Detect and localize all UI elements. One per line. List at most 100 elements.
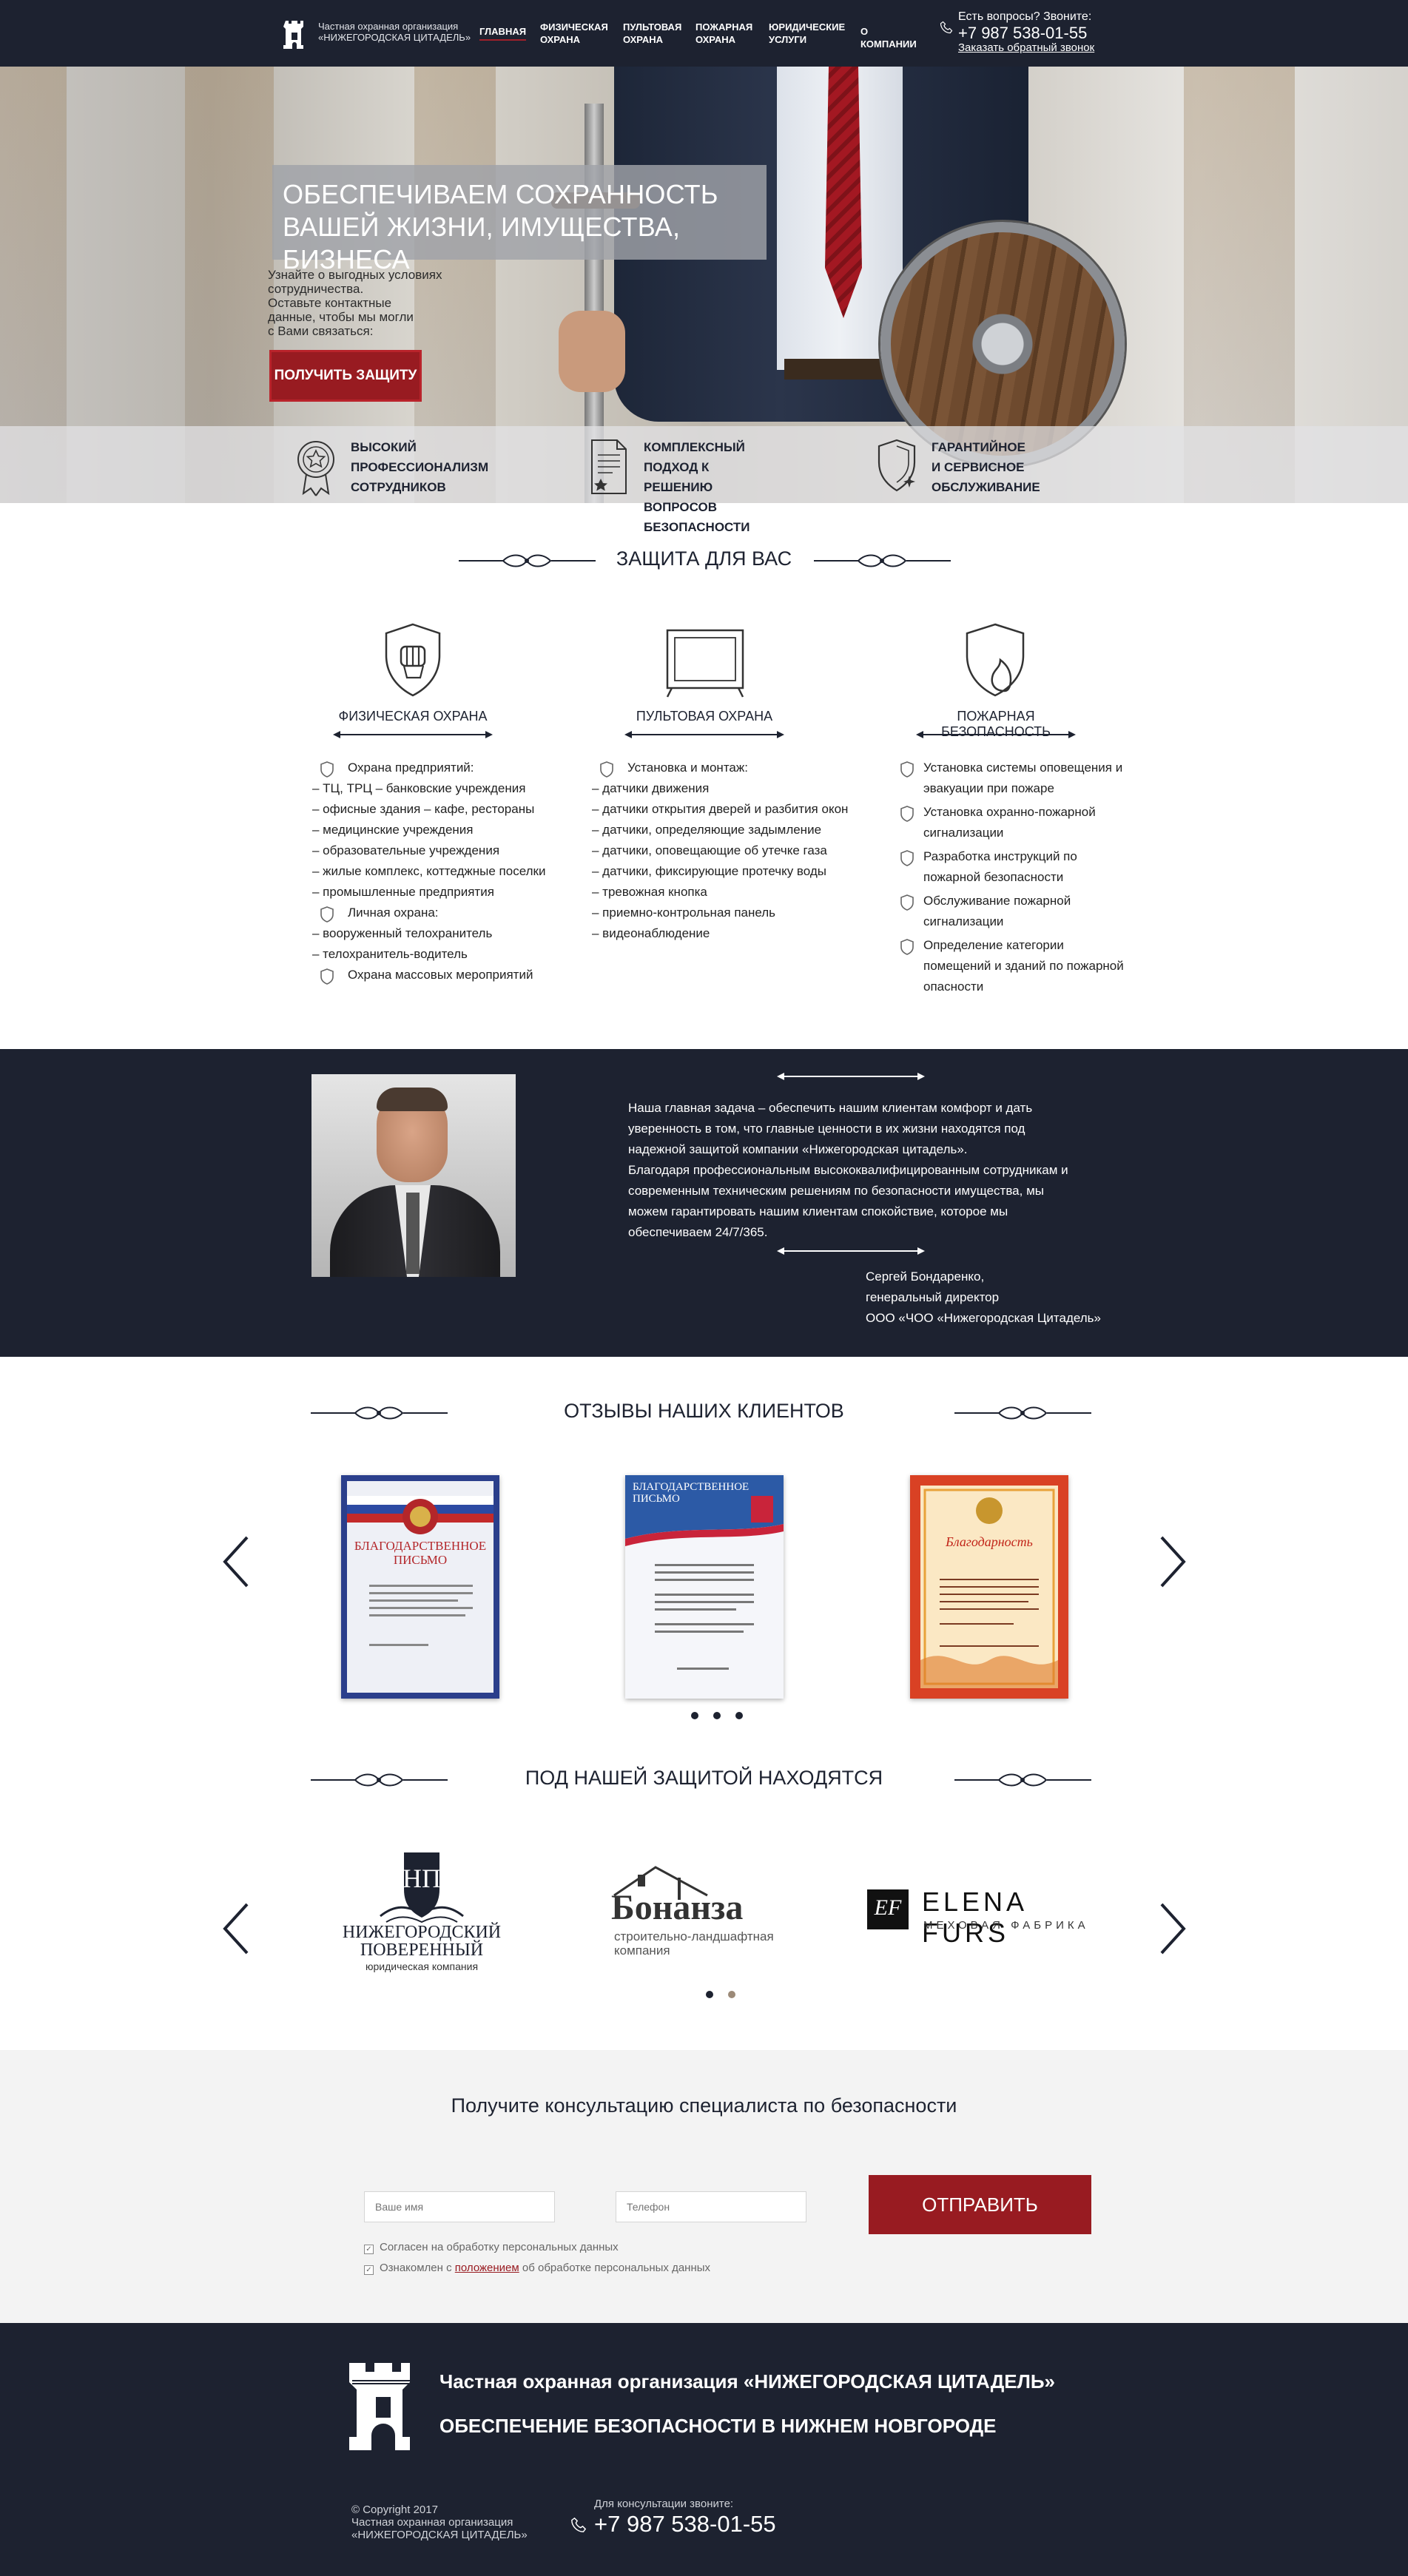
hero-title-line-2: ВАШЕЙ ЖИЗНИ, ИМУЩЕСТВА, БИЗНЕСА (283, 212, 681, 274)
list-text: – медицинские учреждения (312, 823, 474, 837)
clients-dot-2[interactable] (728, 1991, 735, 1998)
consent-personal-data[interactable]: ✓ Согласен на обработку персональных данн… (364, 2241, 619, 2254)
shield-bullet-icon (900, 806, 914, 822)
list-item: – видеонаблюдение (592, 923, 873, 944)
list-text: – ТЦ, ТРЦ – банковские учреждения (312, 781, 526, 795)
consent-policy[interactable]: ✓ Ознакомлен с положением об обработке пе… (364, 2262, 710, 2275)
letter-paper (910, 1475, 1068, 1699)
np-name-line-1: НИЖЕГОРОДСКИЙ (342, 1923, 502, 1942)
nav-physical-guard[interactable]: ФИЗИЧЕСКАЯ ОХРАНА (540, 21, 608, 46)
director-quote: Наша главная задача – обеспечить нашим к… (628, 1098, 1087, 1243)
np-name-line-2: ПОВЕРЕННЫЙ (360, 1941, 484, 1960)
form-title: Получите консультацию специалиста по без… (451, 2094, 957, 2117)
reviews-dot-1[interactable] (691, 1712, 698, 1719)
signature-line: ООО «ЧОО «Нижегородская Цитадель» (866, 1311, 1101, 1325)
monitor-icon[interactable] (664, 627, 746, 698)
clients-next-arrow[interactable] (1157, 1903, 1187, 1955)
header-phone[interactable]: +7 987 538-01-55 (958, 24, 1087, 43)
list-item: – жилые комплекс, коттеджные поселки (312, 861, 579, 882)
service-name-physical[interactable]: ФИЗИЧЕСКАЯ ОХРАНА (318, 709, 508, 724)
consent-label-pre: Ознакомлен с (380, 2262, 455, 2274)
shield-bullet-icon (900, 761, 914, 778)
shield-bullet-icon (320, 906, 334, 923)
hero-title: ОБЕСПЕЧИВАЕМ СОХРАННОСТЬ ВАШЕЙ ЖИЗНИ, ИМ… (272, 165, 767, 274)
footer-org-name: Частная охранная организация «НИЖЕГОРОДС… (439, 2370, 1055, 2393)
list-item: – вооруженный телохранитель (312, 923, 579, 944)
reviews-pagination (684, 1710, 750, 1723)
list-text: – жилые комплекс, коттеджные поселки (312, 864, 546, 878)
header-question: Есть вопросы? Звоните: (958, 10, 1092, 23)
quote-divider-bottom (777, 1247, 925, 1255)
tower-logo-icon[interactable] (283, 19, 306, 49)
bonanza-wordmark: Бонанза (611, 1888, 744, 1927)
policy-link[interactable]: положением (455, 2262, 519, 2274)
award-star-icon (297, 441, 334, 496)
list-text: – датчики, фиксирующие протечку воды (592, 864, 826, 878)
clients-prev-arrow[interactable] (222, 1903, 252, 1955)
client-logo-nizhegorodsky-poverenny[interactable]: НП НИЖЕГОРОДСКИЙ ПОВЕРЕННЫЙ юридическая … (333, 1850, 511, 1975)
fire-shield-icon[interactable] (962, 621, 1028, 698)
list-text: – приемно-контрольная панель (592, 906, 776, 920)
hero-subtitle: Узнайте о выгодных условиях сотрудничест… (268, 268, 468, 338)
list-text: – датчики, определяющие задымление (592, 823, 822, 837)
review-letter-3[interactable]: Благодарность (910, 1475, 1068, 1699)
nav-fire-guard[interactable]: ПОЖАРНАЯ ОХРАНА (695, 21, 752, 46)
reviews-dot-3[interactable] (735, 1712, 743, 1719)
nav-about[interactable]: О КОМПАНИИ (860, 25, 917, 50)
copyright-line: © Copyright 2017 (351, 2503, 438, 2516)
clients-dot-1[interactable] (706, 1991, 713, 1998)
list-heading-item: Установка и монтаж: (592, 758, 873, 778)
tower-logo-icon[interactable] (349, 2358, 417, 2450)
letter-heading: БЛАГОДАРСТВЕННОЕ ПИСЬМО (354, 1539, 487, 1567)
list-text: – телохранитель-водитель (312, 947, 468, 961)
list-text: Обслуживание пожарной сигнализации (923, 894, 1071, 928)
ornament-divider-right (954, 1773, 1091, 1787)
hero-title-line-1: ОБЕСПЕЧИВАЕМ СОХРАННОСТЬ (283, 179, 718, 209)
ef-subtitle: МЕХОВАЯ ФАБРИКА (923, 1919, 1089, 1932)
logo-text[interactable]: Частная охранная организация «НИЖЕГОРОДС… (318, 21, 471, 43)
checkbox-checked-icon[interactable]: ✓ (364, 2265, 374, 2275)
ornament-divider-left (311, 1773, 448, 1787)
list-text: – тревожная кнопка (592, 885, 707, 899)
footer-copyright: © Copyright 2017 Частная охранная органи… (351, 2503, 528, 2541)
shield-bullet-icon (320, 761, 334, 778)
fist-shield-icon[interactable] (382, 621, 444, 698)
list-item: – образовательные учреждения (312, 840, 579, 861)
shield-bullet-icon (900, 894, 914, 911)
director-section: Наша главная задача – обеспечить нашим к… (0, 1049, 1408, 1357)
submit-button[interactable]: ОТПРАВИТЬ (869, 2175, 1091, 2234)
fire-services-list: Установка системы оповещения и эвакуации… (895, 758, 1139, 1000)
reviews-dot-2[interactable] (713, 1712, 721, 1719)
list-text: – вооруженный телохранитель (312, 926, 493, 940)
ef-wordmark: ELENA FURS (922, 1887, 1027, 1948)
client-logo-elena-furs[interactable]: EF ELENA FURS МЕХОВАЯ ФАБРИКА (867, 1887, 1111, 1948)
list-text: Установка системы оповещения и эвакуации… (923, 761, 1123, 795)
list-heading-item: Установка системы оповещения и эвакуации… (895, 758, 1139, 799)
name-input[interactable] (364, 2191, 555, 2222)
review-letter-2[interactable]: БЛАГОДАРСТВЕННОЕ ПИСЬМО (625, 1475, 784, 1699)
reviews-prev-arrow[interactable] (222, 1536, 252, 1588)
review-letter-1[interactable]: БЛАГОДАРСТВЕННОЕ ПИСЬМО (341, 1475, 499, 1699)
clients-pagination (698, 1989, 743, 2002)
service-name-remote[interactable]: ПУЛЬТОВАЯ ОХРАНА (610, 709, 799, 724)
callback-link[interactable]: Заказать обратный звонок (958, 41, 1094, 54)
list-text: Охрана массовых мероприятий (348, 968, 533, 982)
nav-legal-services[interactable]: ЮРИДИЧЕСКИЕ УСЛУГИ (769, 21, 845, 46)
list-text: – датчики движения (592, 781, 710, 795)
service-underline (333, 731, 493, 738)
nav-home[interactable]: ГЛАВНАЯ (479, 25, 527, 41)
letter-paper (347, 1481, 494, 1693)
copyright-line: Частная охранная организация (351, 2516, 513, 2529)
feature-text: ВЫСОКИЙ ПРОФЕССИОНАЛИЗМ СОТРУДНИКОВ (351, 440, 489, 494)
phone-input[interactable] (616, 2191, 806, 2222)
list-item: – тревожная кнопка (592, 882, 873, 903)
footer-phone[interactable]: +7 987 538-01-55 (594, 2511, 776, 2538)
nav-remote-guard[interactable]: ПУЛЬТОВАЯ ОХРАНА (623, 21, 681, 46)
hero-subtitle-line: с Вами связаться: (268, 324, 374, 338)
client-logo-bonanza[interactable]: Бонанза строительно-ландшафтная компания (611, 1863, 804, 1959)
checkbox-checked-icon[interactable]: ✓ (364, 2245, 374, 2254)
get-protection-button[interactable]: ПОЛУЧИТЬ ЗАЩИТУ (269, 350, 422, 402)
reviews-next-arrow[interactable] (1157, 1536, 1187, 1588)
feature-text: КОМПЛЕКСНЫЙ ПОДХОД К РЕШЕНИЮ ВОПРОСОВ БЕ… (644, 440, 750, 534)
footer-tagline: ОБЕСПЕЧЕНИЕ БЕЗОПАСНОСТИ В НИЖНЕМ НОВГОР… (439, 2415, 997, 2437)
